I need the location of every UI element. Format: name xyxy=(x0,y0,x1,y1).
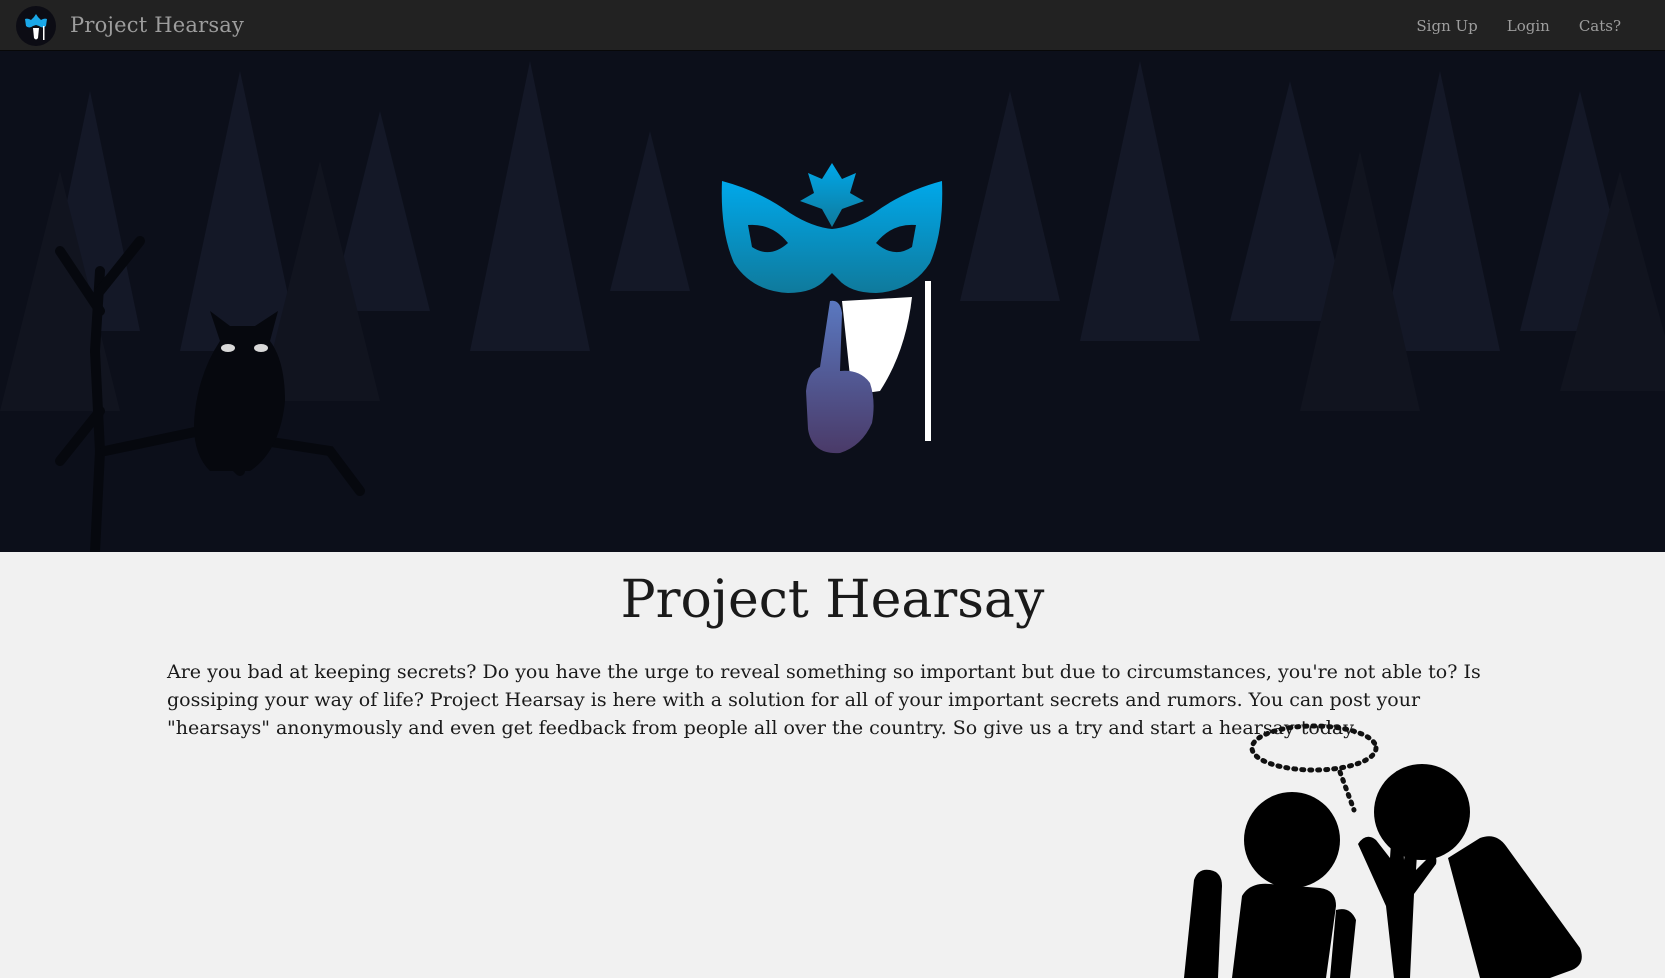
brand-name[interactable]: Project Hearsay xyxy=(70,13,244,37)
page-title: Project Hearsay xyxy=(620,570,1045,630)
nav-link-cats[interactable]: Cats? xyxy=(1579,17,1621,35)
main-content: Project Hearsay Are you bad at keeping s… xyxy=(0,552,1665,978)
nav-links: Sign Up Login Cats? xyxy=(1387,0,1621,51)
nav-link-sign-up[interactable]: Sign Up xyxy=(1416,17,1477,35)
nav-link-login[interactable]: Login xyxy=(1507,17,1550,35)
forest-background xyxy=(0,61,1665,552)
masquerade-mask-shush-icon xyxy=(721,163,943,454)
whispering-people-icon xyxy=(1184,723,1582,978)
brand-logo-icon[interactable] xyxy=(16,6,56,46)
top-navbar: Project Hearsay Sign Up Login Cats? xyxy=(0,0,1665,51)
hero-banner xyxy=(0,51,1665,552)
